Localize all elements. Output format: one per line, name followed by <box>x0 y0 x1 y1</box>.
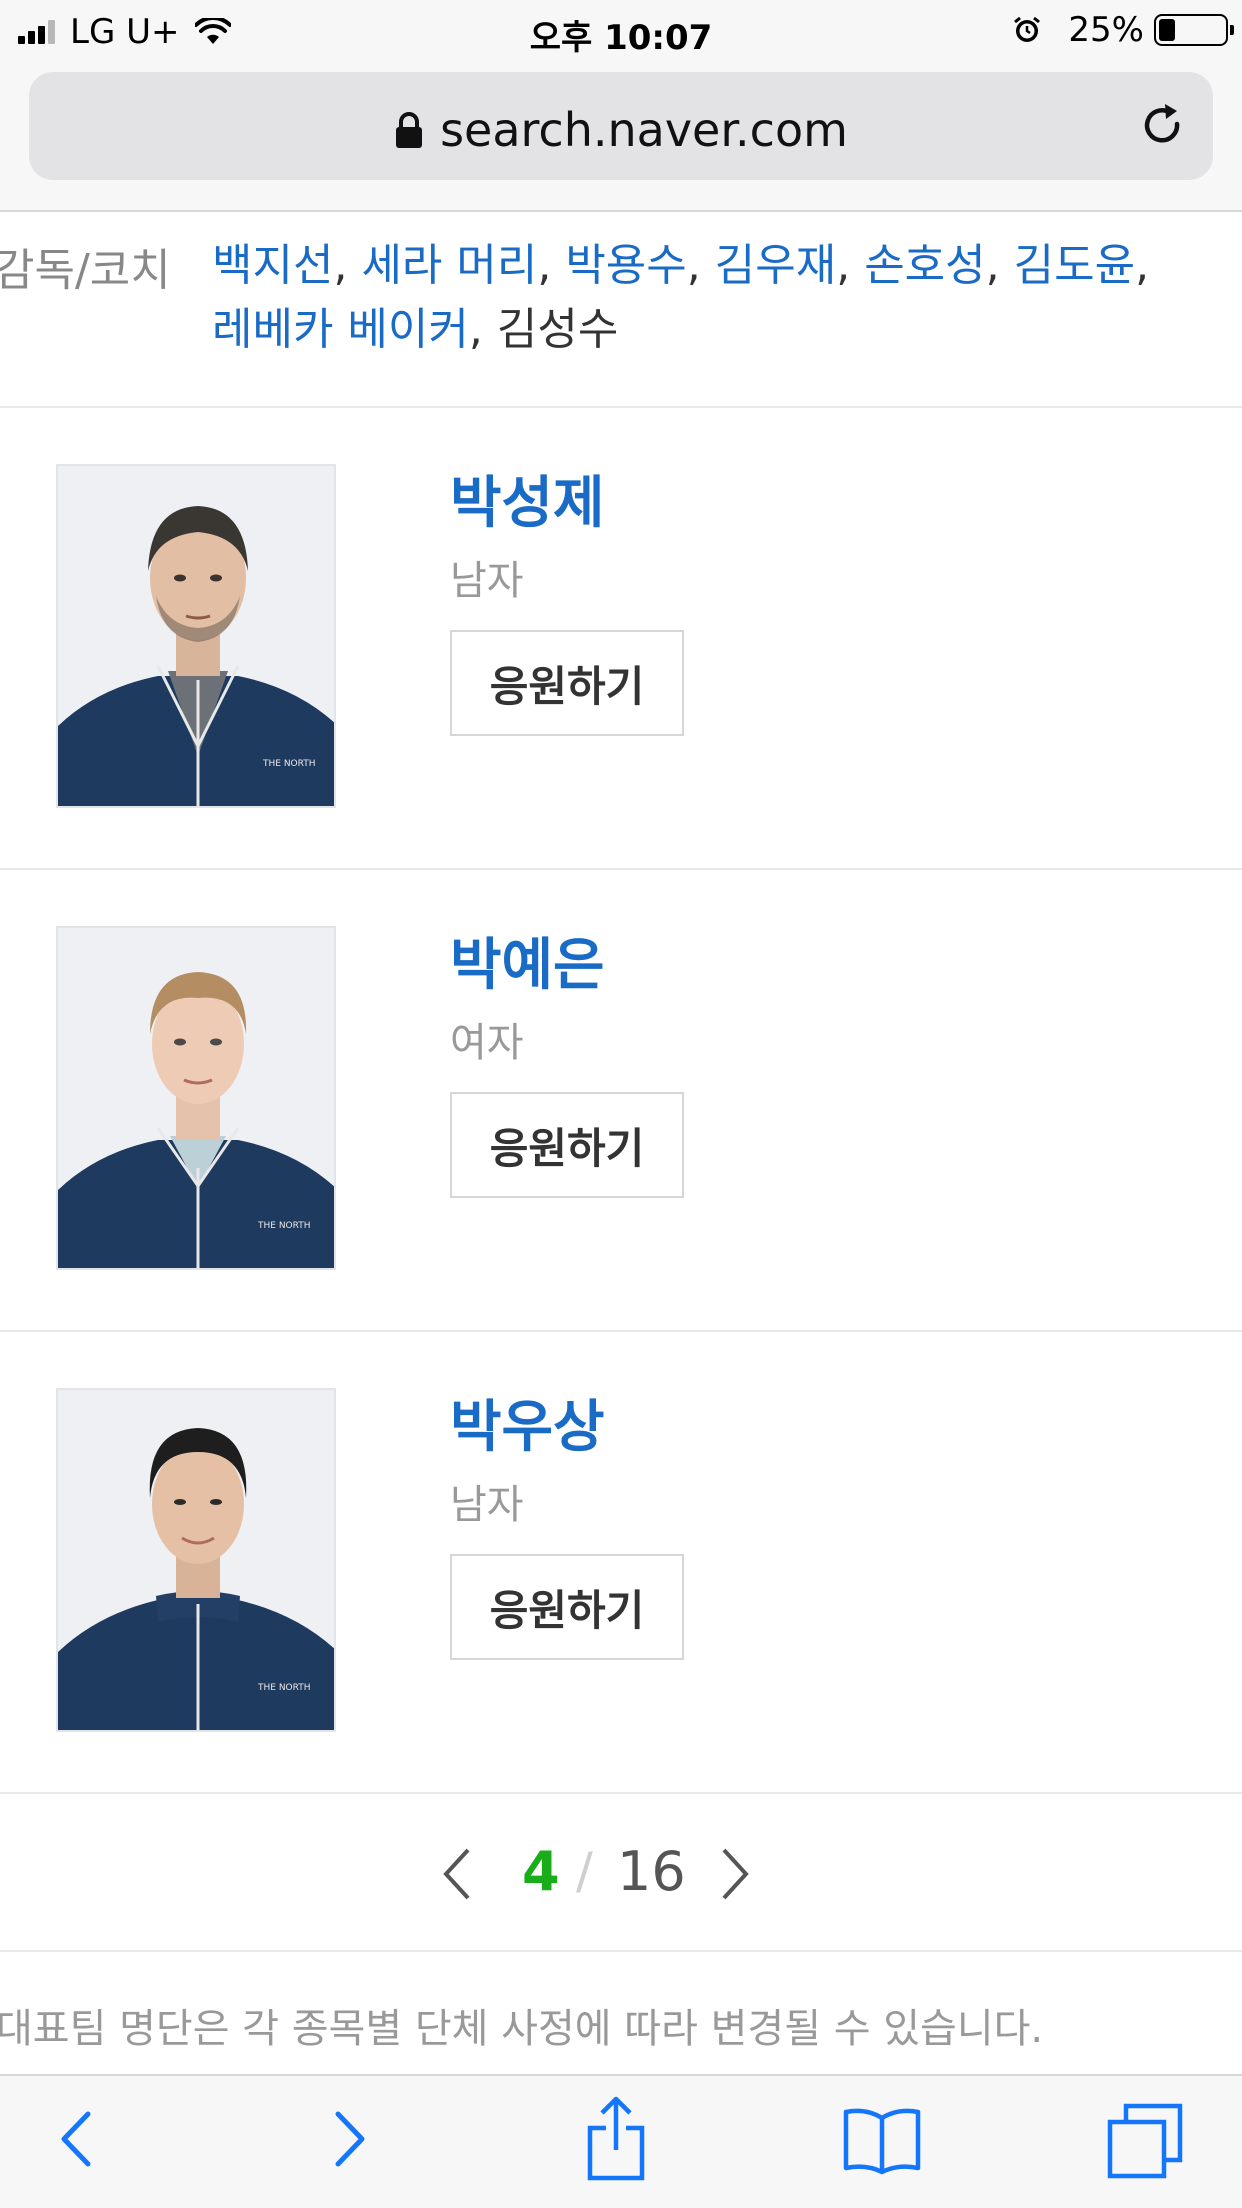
player-name-link[interactable]: 박예은 <box>450 920 605 1001</box>
pagination: 4 / 16 <box>0 1796 1242 1952</box>
lock-icon <box>396 112 423 148</box>
portrait-image: THE NORTH <box>58 466 334 806</box>
coach-name-plain: 김성수 <box>496 304 619 355</box>
coach-list: 백지선, 세라 머리, 박용수, 김우재, 손호성, 김도윤, 레베카 베이커,… <box>212 234 1222 362</box>
back-icon[interactable] <box>56 2104 96 2174</box>
svg-text:THE NORTH: THE NORTH <box>257 1221 311 1231</box>
coach-link[interactable]: 세라 머리 <box>361 240 537 291</box>
coach-link[interactable]: 백지선 <box>212 240 333 291</box>
player-gender: 여자 <box>450 1020 524 1066</box>
coach-link[interactable]: 김도윤 <box>1014 240 1135 291</box>
url-display[interactable]: search.naver.com <box>29 103 1213 157</box>
svg-text:THE NORTH: THE NORTH <box>257 1683 311 1693</box>
status-right: 25% <box>1012 10 1234 50</box>
coach-link[interactable]: 손호성 <box>864 240 985 291</box>
share-icon[interactable] <box>584 2096 648 2182</box>
player-gender: 남자 <box>450 1482 524 1528</box>
coach-separator: , <box>333 240 362 291</box>
coach-label: 감독/코치 <box>0 245 171 296</box>
total-pages: 16 <box>617 1840 686 1903</box>
player-card: THE NORTH 박예은 여자 응원하기 <box>0 870 1242 1332</box>
current-page: 4 <box>522 1840 560 1903</box>
address-bar[interactable]: search.naver.com <box>29 72 1213 180</box>
battery-icon <box>1154 14 1234 46</box>
roster-notice: 대표팀 명단은 각 종목별 단체 사정에 따라 변경될 수 있습니다. <box>0 2006 1044 2052</box>
portrait-image: THE NORTH <box>58 928 334 1268</box>
coach-separator: , <box>468 304 497 355</box>
browser-toolbar <box>0 2074 1242 2208</box>
coach-separator: , <box>537 240 566 291</box>
status-bar: LG U+ 오후 10:07 25% <box>0 0 1242 62</box>
cheer-button[interactable]: 응원하기 <box>450 1092 684 1198</box>
alarm-icon <box>1014 16 1041 42</box>
player-photo[interactable]: THE NORTH <box>56 926 336 1270</box>
player-card: THE NORTH 박성제 남자 응원하기 <box>0 408 1242 870</box>
page-separator: / <box>576 1842 593 1900</box>
bookmarks-icon[interactable] <box>842 2106 922 2176</box>
portrait-image: THE NORTH <box>58 1390 334 1730</box>
forward-icon[interactable] <box>330 2104 370 2174</box>
tabs-icon[interactable] <box>1106 2102 1184 2180</box>
player-photo[interactable]: THE NORTH <box>56 1388 336 1732</box>
coach-separator: , <box>1135 240 1150 291</box>
url-text: search.naver.com <box>440 103 848 157</box>
reload-icon[interactable] <box>1139 102 1187 150</box>
coach-separator: , <box>985 240 1014 291</box>
coach-link[interactable]: 박용수 <box>565 240 686 291</box>
svg-text:THE NORTH: THE NORTH <box>262 759 316 769</box>
browser-url-area: search.naver.com <box>0 62 1242 212</box>
cheer-button[interactable]: 응원하기 <box>450 630 684 736</box>
coach-separator: , <box>836 240 865 291</box>
prev-page-icon[interactable] <box>440 1846 472 1902</box>
cheer-button[interactable]: 응원하기 <box>450 1554 684 1660</box>
coach-row: 감독/코치 백지선, 세라 머리, 박용수, 김우재, 손호성, 김도윤, 레베… <box>0 212 1242 408</box>
player-photo[interactable]: THE NORTH <box>56 464 336 808</box>
player-name-link[interactable]: 박우상 <box>450 1382 605 1463</box>
player-name-link[interactable]: 박성제 <box>450 458 605 539</box>
player-gender: 남자 <box>450 558 524 604</box>
coach-link[interactable]: 김우재 <box>715 240 836 291</box>
coach-separator: , <box>686 240 715 291</box>
player-card: THE NORTH 박우상 남자 응원하기 <box>0 1332 1242 1794</box>
coach-link[interactable]: 레베카 베이커 <box>212 304 469 355</box>
battery-percent: 25% <box>1068 10 1144 50</box>
next-page-icon[interactable] <box>720 1846 752 1902</box>
